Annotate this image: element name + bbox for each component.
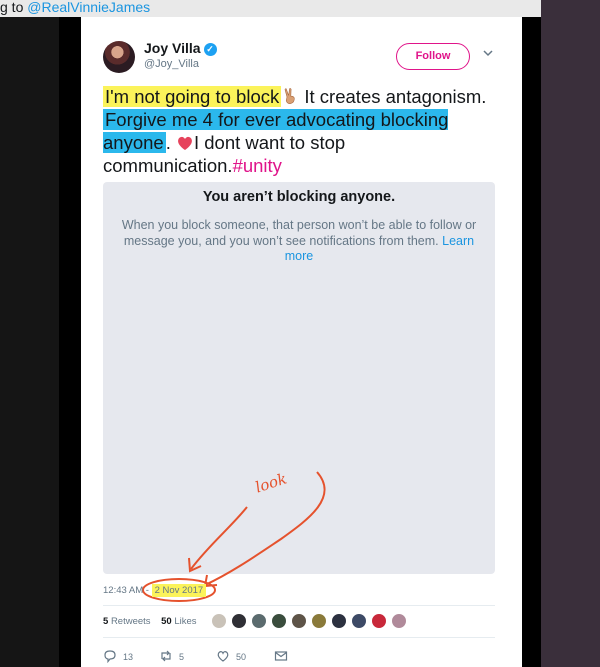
heart-emoji-icon <box>178 136 192 150</box>
like-action[interactable]: 50 <box>216 649 246 663</box>
author-name[interactable]: Joy Villa ✓ <box>144 40 217 56</box>
likes-stat[interactable]: 50 Likes <box>161 616 196 627</box>
retweets-label: Retweets <box>110 616 151 627</box>
follow-button[interactable]: Follow <box>396 43 470 70</box>
embed-body-text: When you block someone, that person won’… <box>121 218 477 248</box>
chevron-down-icon[interactable] <box>483 48 493 58</box>
retweet-icon <box>161 650 171 662</box>
reply-prefix: g to <box>0 0 28 15</box>
reply-mention-link[interactable]: @RealVinnieJames <box>27 0 150 15</box>
tweet-time: 12:43 AM <box>103 585 144 596</box>
likes-label: Likes <box>174 616 197 627</box>
liker-avatar[interactable] <box>391 613 407 629</box>
annotation-arrow-head-long <box>203 574 218 588</box>
embed-body: When you block someone, that person won’… <box>121 218 477 265</box>
reply-context-strip: g to @RealVinnieJames <box>0 0 541 17</box>
liker-avatar[interactable] <box>211 613 227 629</box>
engagement-stats: 5 Retweets 50 Likes <box>103 616 197 627</box>
liker-avatar[interactable] <box>311 613 327 629</box>
victory-hand-emoji-icon <box>284 88 295 104</box>
divider <box>103 605 495 606</box>
retweet-count: 5 <box>179 652 185 662</box>
liker-avatar[interactable] <box>271 613 287 629</box>
tweet-text-segment: It creates antagonism. <box>299 86 487 107</box>
like-count: 50 <box>236 652 247 662</box>
embedded-block-notice: You aren’t blocking anyone. When you blo… <box>103 182 495 574</box>
tweet-timestamp[interactable]: 12:43 AM - 2 Nov 2017 <box>103 584 207 597</box>
tweet-date: 2 Nov 2017 <box>151 584 207 597</box>
verified-badge-icon: ✓ <box>203 43 217 56</box>
reply-context-text: g to @RealVinnieJames <box>0 0 150 15</box>
reply-icon <box>104 650 116 664</box>
tweet-text-segment: . <box>165 132 176 153</box>
right-dim-band <box>541 0 600 667</box>
retweet-action[interactable]: 5 <box>159 649 184 663</box>
left-dim-band <box>0 17 59 667</box>
likes-count: 50 <box>161 616 172 627</box>
avatar[interactable] <box>103 41 135 73</box>
tweet-separator: - <box>143 585 152 596</box>
direct-message-action[interactable] <box>274 649 294 663</box>
liker-avatar[interactable] <box>371 613 387 629</box>
liker-avatar[interactable] <box>351 613 367 629</box>
envelope-icon <box>274 651 288 661</box>
embed-title: You aren’t blocking anyone. <box>202 189 396 205</box>
author-handle[interactable]: @Joy_Villa <box>144 58 199 70</box>
retweets-count: 5 <box>103 616 109 627</box>
author-name-text: Joy Villa <box>144 40 201 56</box>
liker-avatar[interactable] <box>331 613 347 629</box>
retweets-stat[interactable]: 5 Retweets <box>103 616 151 627</box>
highlighted-text-yellow: I'm not going to block <box>103 86 282 107</box>
divider <box>103 637 495 638</box>
liker-avatar[interactable] <box>231 613 247 629</box>
reply-action[interactable]: 13 <box>103 649 134 664</box>
liker-avatar[interactable] <box>291 613 307 629</box>
tweet-card: Joy Villa ✓ @Joy_Villa Follow I'm not goi… <box>81 17 522 667</box>
hashtag-link[interactable]: #unity <box>233 155 282 176</box>
tweet-text: I'm not going to block It creates antago… <box>103 85 515 177</box>
liker-avatar[interactable] <box>251 613 267 629</box>
heart-icon <box>217 651 229 662</box>
reply-count: 13 <box>123 652 134 662</box>
